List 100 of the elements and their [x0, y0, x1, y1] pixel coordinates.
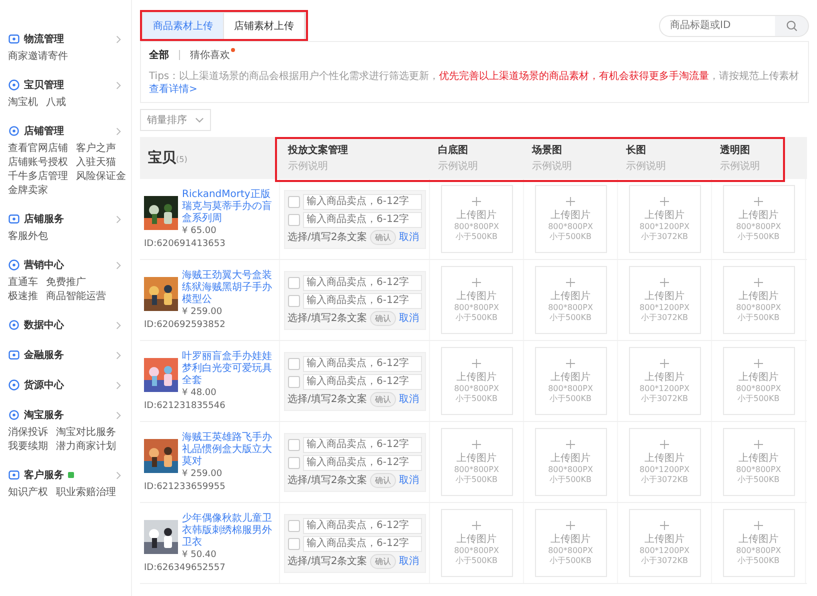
- image-upload-box[interactable]: 上传图片 800*800PX 小于500KB: [440, 185, 512, 253]
- menu-group-title[interactable]: 数据中心: [24, 318, 64, 332]
- menu-link[interactable]: 知识产权: [8, 486, 48, 500]
- image-upload-box[interactable]: 上传图片 800*800PX 小于500KB: [722, 428, 794, 496]
- menu-link[interactable]: 客服外包: [8, 230, 48, 244]
- image-upload-box[interactable]: 上传图片 800*800PX 小于500KB: [440, 266, 512, 334]
- selling-point-input[interactable]: 输入商品卖点，6-12字: [302, 194, 422, 210]
- selling-point-input[interactable]: 输入商品卖点，6-12字: [302, 518, 422, 534]
- example-link[interactable]: 示例说明: [532, 159, 618, 173]
- image-upload-box[interactable]: 上传图片 800*1200PX 小于3072KB: [628, 509, 700, 577]
- cancel-link[interactable]: 取消: [399, 230, 420, 244]
- selling-point-input[interactable]: 输入商品卖点，6-12字: [302, 356, 422, 372]
- menu-link[interactable]: 商家邀请寄件: [8, 50, 68, 64]
- product-title-link[interactable]: 少年偶像秋款儿童卫衣韩版刺绣棉服男外卫衣: [182, 513, 279, 549]
- checkbox[interactable]: [288, 520, 300, 532]
- image-upload-box[interactable]: 上传图片 800*800PX 小于500KB: [722, 509, 794, 577]
- checkbox[interactable]: [288, 294, 300, 306]
- menu-group-icon: [8, 125, 20, 137]
- image-upload-box[interactable]: 上传图片 800*800PX 小于500KB: [440, 428, 512, 496]
- product-id: ID:621231835546: [144, 401, 226, 411]
- cancel-link[interactable]: 取消: [399, 554, 420, 568]
- checkbox[interactable]: [288, 538, 300, 550]
- example-link[interactable]: 示例说明: [720, 159, 806, 173]
- menu-group-title[interactable]: 货源中心: [24, 378, 64, 392]
- image-upload-box[interactable]: 上传图片 800*1200PX 小于3072KB: [628, 185, 700, 253]
- product-id: ID:620691413653: [144, 239, 226, 249]
- image-upload-box[interactable]: 上传图片 800*800PX 小于500KB: [722, 185, 794, 253]
- product-title-link[interactable]: 海贼王劲翼大号盒装练狱海贼黑胡子手办模型公: [182, 270, 279, 306]
- column-title: 长图: [626, 144, 647, 157]
- menu-link[interactable]: 我要续期: [8, 440, 48, 454]
- example-link[interactable]: 示例说明: [626, 159, 712, 173]
- image-upload-box[interactable]: 上传图片 800*800PX 小于500KB: [534, 347, 606, 415]
- example-link[interactable]: 示例说明: [438, 159, 524, 173]
- checkbox[interactable]: [288, 376, 300, 388]
- menu-link[interactable]: 淘宝机: [8, 96, 38, 110]
- tab[interactable]: 商品素材上传: [143, 13, 224, 39]
- filter-tab[interactable]: 全部: [149, 48, 169, 62]
- selling-point-input[interactable]: 输入商品卖点，6-12字: [302, 436, 422, 452]
- menu-group-title[interactable]: 金融服务: [24, 348, 64, 362]
- product-title-link[interactable]: RickandMorty正版瑞克与莫蒂手办の盲盒系列周: [182, 189, 279, 225]
- details-link[interactable]: 查看详情>: [149, 84, 198, 95]
- menu-group-title[interactable]: 店铺管理: [24, 124, 64, 138]
- menu-link[interactable]: 入驻天猫: [76, 156, 126, 170]
- menu-link[interactable]: 消保投诉: [8, 426, 48, 440]
- menu-group-title[interactable]: 淘宝服务: [24, 408, 64, 422]
- image-upload-box[interactable]: 上传图片 800*800PX 小于500KB: [534, 509, 606, 577]
- menu-group-icon: [8, 79, 20, 91]
- image-upload-box[interactable]: 上传图片 800*800PX 小于500KB: [722, 266, 794, 334]
- selling-point-input[interactable]: 输入商品卖点，6-12字: [302, 374, 422, 390]
- menu-group-title[interactable]: 营销中心: [24, 258, 64, 272]
- checkbox[interactable]: [288, 276, 300, 288]
- menu-link[interactable]: 免费推广: [46, 276, 106, 290]
- menu-link[interactable]: 店铺账号授权: [8, 156, 68, 170]
- selling-point-input[interactable]: 输入商品卖点，6-12字: [302, 292, 422, 308]
- selling-point-input[interactable]: 输入商品卖点，6-12字: [302, 454, 422, 470]
- image-upload-box[interactable]: 上传图片 800*800PX 小于500KB: [440, 347, 512, 415]
- cancel-link[interactable]: 取消: [399, 473, 420, 487]
- image-upload-box[interactable]: 上传图片 800*1200PX 小于3072KB: [628, 347, 700, 415]
- menu-link[interactable]: 淘宝对比服务: [56, 426, 116, 440]
- checkbox[interactable]: [288, 196, 300, 208]
- cancel-link[interactable]: 取消: [399, 311, 420, 325]
- menu-group-title[interactable]: 物流管理: [24, 32, 64, 46]
- image-upload-box[interactable]: 上传图片 800*1200PX 小于3072KB: [628, 428, 700, 496]
- selling-point-input[interactable]: 输入商品卖点，6-12字: [302, 212, 422, 228]
- menu-link[interactable]: 直通车: [8, 276, 38, 290]
- plus-icon: [754, 520, 763, 530]
- menu-link[interactable]: 千牛多店管理: [8, 170, 68, 184]
- image-upload-box[interactable]: 上传图片 800*800PX 小于500KB: [440, 509, 512, 577]
- menu-link[interactable]: 八戒: [46, 96, 66, 110]
- menu-group-icon: [8, 409, 20, 421]
- product-title-link[interactable]: 叶罗丽盲盒手办娃娃梦利白光变可爱玩具全套: [182, 351, 279, 387]
- filter-tab[interactable]: 猜你喜欢: [190, 48, 230, 62]
- cancel-link[interactable]: 取消: [399, 392, 420, 406]
- example-link[interactable]: 示例说明: [288, 159, 430, 173]
- menu-group-title[interactable]: 店铺服务: [24, 212, 64, 226]
- menu-link[interactable]: 风险保证金: [76, 170, 126, 184]
- checkbox[interactable]: [288, 438, 300, 450]
- image-upload-box[interactable]: 上传图片 800*800PX 小于500KB: [534, 266, 606, 334]
- selling-point-input[interactable]: 输入商品卖点，6-12字: [302, 274, 422, 290]
- image-upload-box[interactable]: 上传图片 800*800PX 小于500KB: [534, 185, 606, 253]
- menu-group-title[interactable]: 宝贝管理: [24, 78, 64, 92]
- menu-link[interactable]: 金牌卖家: [8, 184, 68, 198]
- image-upload-box[interactable]: 上传图片 800*1200PX 小于3072KB: [628, 266, 700, 334]
- copy-count-label: 选择/填写2条文案: [288, 392, 368, 406]
- menu-link[interactable]: 商品智能运营: [46, 290, 106, 304]
- chevron-right-icon: [116, 410, 121, 420]
- checkbox[interactable]: [288, 456, 300, 468]
- menu-link[interactable]: 潜力商家计划: [56, 440, 116, 454]
- checkbox[interactable]: [288, 358, 300, 370]
- checkbox[interactable]: [288, 214, 300, 226]
- image-upload-box[interactable]: 上传图片 800*800PX 小于500KB: [722, 347, 794, 415]
- product-title-link[interactable]: 海贼王英雄路飞手办礼品惯例盒大版立大莫对: [182, 432, 279, 468]
- sort-dropdown[interactable]: 销量排序: [140, 109, 211, 131]
- image-upload-box[interactable]: 上传图片 800*800PX 小于500KB: [534, 428, 606, 496]
- menu-link[interactable]: 查看官网店铺: [8, 142, 68, 156]
- selling-point-input[interactable]: 输入商品卖点，6-12字: [302, 536, 422, 552]
- menu-link[interactable]: 极速推: [8, 290, 38, 304]
- menu-link[interactable]: 职业索赔治理: [56, 486, 116, 500]
- menu-link[interactable]: 客户之声: [76, 142, 126, 156]
- menu-group-title[interactable]: 客户服务: [24, 468, 64, 482]
